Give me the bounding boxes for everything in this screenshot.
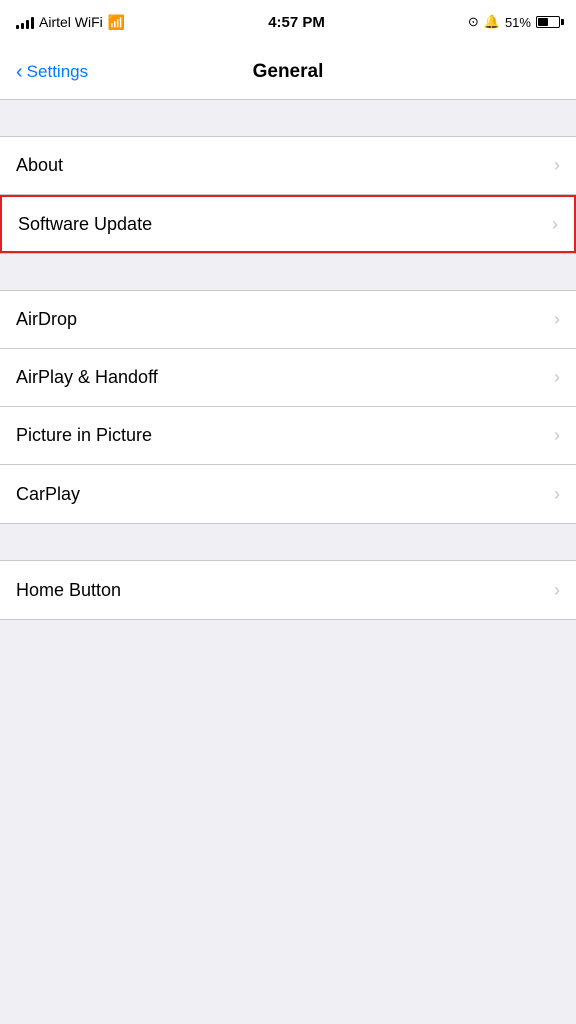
about-label: About: [16, 155, 63, 176]
carrier-label: Airtel WiFi: [39, 14, 103, 30]
picture-in-picture-label: Picture in Picture: [16, 425, 152, 446]
status-left: Airtel WiFi 📶: [16, 14, 125, 31]
airplay-handoff-chevron-icon: ›: [554, 367, 560, 388]
airplay-handoff-label: AirPlay & Handoff: [16, 367, 158, 388]
section-spacer-2: [0, 254, 576, 290]
airdrop-chevron-icon: ›: [554, 309, 560, 330]
carplay-label: CarPlay: [16, 484, 80, 505]
battery-icon: [536, 16, 560, 28]
picture-in-picture-chevron-icon: ›: [554, 425, 560, 446]
airdrop-label: AirDrop: [16, 309, 77, 330]
about-row[interactable]: About ›: [0, 137, 576, 195]
software-update-chevron-icon: ›: [552, 214, 558, 235]
status-right: ⊙ 🔔 51%: [468, 14, 560, 30]
page-title: General: [253, 61, 324, 83]
carplay-row[interactable]: CarPlay ›: [0, 465, 576, 523]
section-3: Home Button ›: [0, 560, 576, 620]
airdrop-row[interactable]: AirDrop ›: [0, 291, 576, 349]
carplay-chevron-icon: ›: [554, 484, 560, 505]
home-button-row[interactable]: Home Button ›: [0, 561, 576, 619]
nav-bar: ‹ Settings General: [0, 44, 576, 100]
about-chevron-icon: ›: [554, 155, 560, 176]
software-update-row[interactable]: Software Update ›: [0, 195, 576, 253]
wifi-icon: 📶: [108, 14, 125, 31]
battery-percent-label: 51%: [505, 15, 531, 30]
status-bar: Airtel WiFi 📶 4:57 PM ⊙ 🔔 51%: [0, 0, 576, 44]
section-1: About › Software Update ›: [0, 136, 576, 254]
status-time: 4:57 PM: [268, 14, 325, 31]
picture-in-picture-row[interactable]: Picture in Picture ›: [0, 407, 576, 465]
home-button-label: Home Button: [16, 580, 121, 601]
software-update-label: Software Update: [18, 214, 152, 235]
signal-bars-icon: [16, 15, 34, 29]
section-spacer-1: [0, 100, 576, 136]
section-spacer-3: [0, 524, 576, 560]
back-label: Settings: [27, 62, 88, 82]
timer-icon: ⊙: [468, 14, 479, 30]
back-button[interactable]: ‹ Settings: [8, 54, 96, 90]
home-button-chevron-icon: ›: [554, 580, 560, 601]
back-chevron-icon: ‹: [16, 62, 23, 82]
section-2: AirDrop › AirPlay & Handoff › Picture in…: [0, 290, 576, 524]
alarm-icon: 🔔: [484, 14, 500, 30]
airplay-handoff-row[interactable]: AirPlay & Handoff ›: [0, 349, 576, 407]
